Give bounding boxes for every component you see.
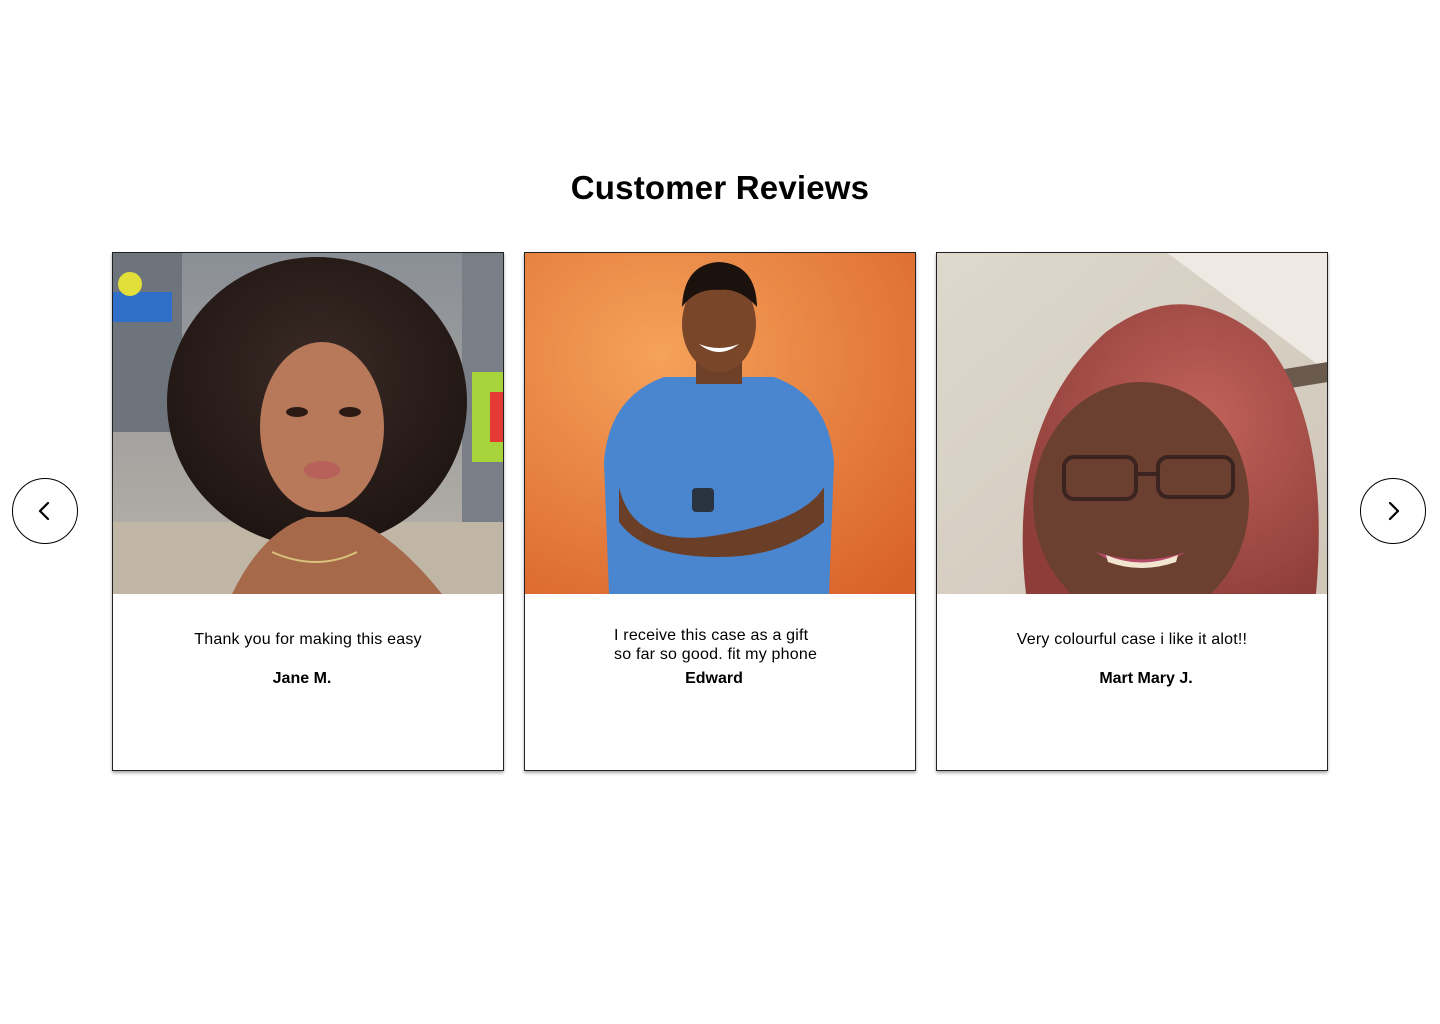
chevron-right-icon [1388, 501, 1400, 521]
carousel-next-button[interactable] [1360, 478, 1426, 544]
review-card: Very colourful case i like it alot!! Mar… [936, 252, 1328, 771]
reviewer-photo [113, 253, 503, 594]
section-title: Customer Reviews [570, 169, 870, 206]
review-card: I receive this case as a gift so far so … [524, 252, 916, 771]
review-text: Very colourful case i like it alot!! [1016, 631, 1248, 648]
reviewer-photo [525, 253, 915, 594]
review-card: Thank you for making this easy Jane M. [112, 252, 504, 771]
review-text: Thank you for making this easy [194, 631, 422, 648]
reviewer-name: Jane M. [272, 670, 332, 687]
reviewer-name: Edward [685, 670, 743, 687]
reviewer-name: Mart Mary J. [1099, 670, 1193, 687]
reviewer-photo [937, 253, 1327, 594]
carousel-prev-button[interactable] [12, 478, 78, 544]
chevron-left-icon [38, 501, 50, 521]
review-text: I receive this case as a gift so far so … [614, 627, 818, 663]
